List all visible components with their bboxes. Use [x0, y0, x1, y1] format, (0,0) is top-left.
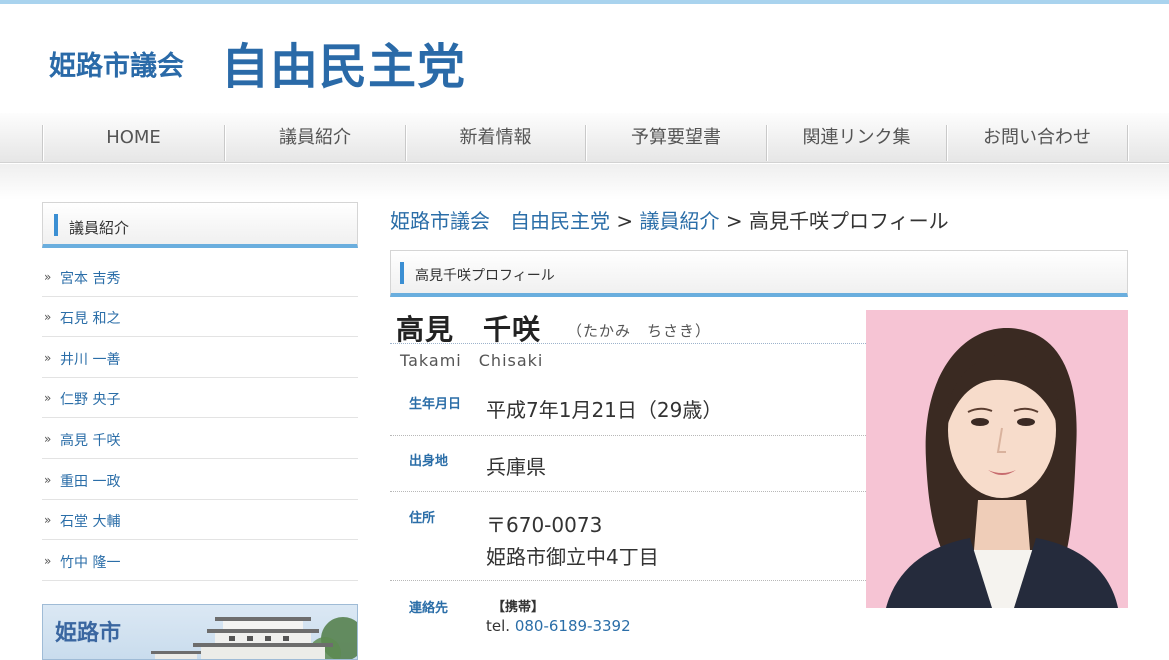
row-divider — [390, 491, 866, 492]
profile-section-heading: 高見千咲プロフィール — [390, 250, 1128, 297]
breadcrumb-current: 高見千咲プロフィール — [748, 209, 949, 233]
nav-separator — [1127, 125, 1128, 161]
portrait-image — [866, 310, 1128, 608]
sidebar-item-igawa[interactable]: » 井川 一善 — [42, 338, 358, 378]
member-name-roman: Takami Chisaki — [400, 351, 544, 370]
sidebar-heading: 議員紹介 — [42, 202, 358, 248]
heading-accent-bar — [54, 214, 58, 236]
bullet-icon: » — [44, 310, 52, 324]
sidebar-item-takenaka[interactable]: » 竹中 隆一 — [42, 541, 358, 581]
postal-code: 〒670-0073 — [486, 513, 603, 537]
nav-shadow-band — [0, 164, 1169, 200]
breadcrumb: 姫路市議会 自由民主党 > 議員紹介 > 高見千咲プロフィール — [390, 205, 949, 234]
sidebar-item-label[interactable]: 竹中 隆一 — [60, 552, 120, 572]
address-label: 住所 — [409, 511, 436, 526]
nav-budget-requests[interactable]: 予算要望書 — [586, 113, 766, 163]
birthday-label: 生年月日 — [409, 397, 462, 412]
bullet-icon: » — [44, 432, 52, 446]
sidebar-item-shigeta[interactable]: » 重田 一政 — [42, 460, 358, 500]
breadcrumb-home-link[interactable]: 姫路市議会 自由民主党 — [390, 209, 610, 233]
breadcrumb-separator: > — [719, 209, 749, 233]
bullet-icon: » — [44, 473, 52, 487]
breadcrumb-separator: > — [610, 209, 640, 233]
phone-prefix: tel. — [486, 617, 515, 635]
sidebar-item-nino[interactable]: » 仁野 央子 — [42, 378, 358, 418]
site-logo-council[interactable]: 姫路市議会 — [49, 44, 184, 83]
sidebar-heading-label: 議員紹介 — [69, 219, 130, 237]
sidebar-item-label[interactable]: 宮本 吉秀 — [60, 268, 120, 288]
himeji-banner[interactable]: 姫路市 — [42, 604, 358, 660]
breadcrumb-members-link[interactable]: 議員紹介 — [639, 209, 719, 233]
sidebar-item-takami[interactable]: » 高見 千咲 — [42, 419, 358, 459]
nav-contact[interactable]: お問い合わせ — [947, 113, 1127, 163]
bullet-icon: » — [44, 270, 52, 284]
nav-links[interactable]: 関連リンク集 — [767, 113, 946, 163]
sidebar-item-label[interactable]: 仁野 央子 — [60, 389, 120, 409]
sidebar-item-label[interactable]: 井川 一善 — [60, 349, 120, 369]
member-name-kana: （たかみ ちさき） — [567, 322, 712, 340]
bullet-icon: » — [44, 513, 52, 527]
sidebar-item-label[interactable]: 重田 一政 — [60, 471, 120, 491]
contact-type: 【携帯】 — [492, 600, 545, 615]
sidebar-item-ishido[interactable]: » 石堂 大輔 — [42, 500, 358, 540]
main-nav: HOME 議員紹介 新着情報 予算要望書 関連リンク集 お問い合わせ — [0, 113, 1169, 163]
site-logo-party[interactable]: 自由民主党 — [221, 27, 466, 97]
bullet-icon: » — [44, 554, 52, 568]
birthplace-label: 出身地 — [409, 454, 449, 469]
sidebar-item-iwami[interactable]: » 石見 和之 — [42, 297, 358, 337]
sidebar-item-miyamoto[interactable]: » 宮本 吉秀 — [42, 257, 358, 297]
sidebar-item-label[interactable]: 石堂 大輔 — [60, 511, 120, 531]
sidebar-item-label[interactable]: 石見 和之 — [60, 308, 120, 328]
row-divider — [390, 580, 866, 581]
member-photo — [866, 310, 1128, 608]
profile-section-title: 高見千咲プロフィール — [415, 268, 555, 284]
nav-home[interactable]: HOME — [43, 113, 224, 163]
phone-line: tel. 080-6189-3392 — [486, 617, 631, 635]
row-divider — [390, 435, 866, 436]
nav-news[interactable]: 新着情報 — [406, 113, 585, 163]
bullet-icon: » — [44, 351, 52, 365]
birthplace-value: 兵庫県 — [486, 455, 546, 479]
address-value: 姫路市御立中4丁目 — [486, 545, 659, 569]
name-divider — [390, 343, 866, 344]
sidebar-item-label[interactable]: 高見 千咲 — [60, 430, 120, 450]
phone-number-link[interactable]: 080-6189-3392 — [515, 617, 631, 635]
member-name: 高見 千咲 — [396, 313, 542, 346]
heading-accent-bar — [400, 262, 404, 284]
nav-members[interactable]: 議員紹介 — [225, 113, 405, 163]
castle-icon — [151, 617, 357, 659]
birthday-value: 平成7年1月21日（29歳） — [486, 398, 723, 422]
contact-label: 連絡先 — [409, 601, 449, 616]
top-accent-line — [0, 0, 1169, 4]
bullet-icon: » — [44, 391, 52, 405]
